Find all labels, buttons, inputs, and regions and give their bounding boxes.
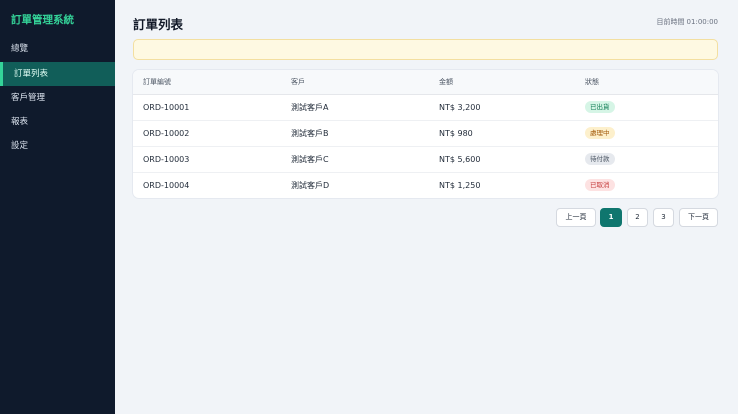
column-header-status: 狀態 — [585, 70, 718, 95]
orders-table-card: 訂單編號 客戶 金額 狀態 ORD-10001 測試客戶A NT$ 3,200 … — [133, 70, 718, 198]
amount-cell: NT$ 5,600 — [439, 146, 585, 173]
table-header-row: 訂單編號 客戶 金額 狀態 — [133, 70, 718, 95]
amount-cell: NT$ 3,200 — [439, 94, 585, 121]
sidebar-item-customers[interactable]: 客戶管理 — [0, 86, 115, 110]
sidebar-item-label: 訂單列表 — [14, 69, 49, 79]
column-header-amount: 金額 — [439, 70, 585, 95]
status-cell: 已出貨 — [585, 94, 718, 121]
sidebar-item-label: 報表 — [11, 117, 29, 127]
customer-cell: 測試客戶A — [291, 94, 439, 121]
customer-cell: 測試客戶D — [291, 180, 330, 190]
table-row[interactable]: ORD-10002 測試客戶B NT$ 980 處理中 — [133, 120, 718, 147]
table-row[interactable]: ORD-10004 測試客戶D NT$ 1,250 已取消 — [133, 172, 718, 198]
customer-cell: 測試客戶C — [291, 146, 439, 173]
column-header-customer: 客戶 — [291, 70, 439, 95]
column-header-order-id: 訂單編號 — [133, 70, 291, 95]
sidebar-item-label: 客戶管理 — [11, 93, 46, 103]
current-time-label: 目前時間 — [656, 18, 685, 26]
page-button-2[interactable]: 2 — [627, 208, 648, 227]
order-id-cell: ORD-10004 — [143, 180, 190, 190]
sidebar-item-overview[interactable]: 總覽 — [0, 37, 115, 61]
table-row[interactable]: ORD-10001 測試客戶A NT$ 3,200 已出貨 — [133, 94, 718, 121]
orders-table: 訂單編號 客戶 金額 狀態 ORD-10001 測試客戶A NT$ 3,200 … — [133, 70, 718, 198]
page-button-3[interactable]: 3 — [653, 208, 674, 227]
prev-page-button[interactable]: 上一頁 — [556, 208, 596, 227]
status-badge: 處理中 — [585, 127, 615, 139]
status-badge: 已出貨 — [585, 101, 615, 113]
table-row[interactable]: ORD-10003 測試客戶C NT$ 5,600 待付款 — [133, 146, 718, 173]
page-button-1[interactable]: 1 — [600, 208, 622, 227]
status-cell: 處理中 — [585, 120, 718, 147]
sidebar-item-label: 總覽 — [11, 44, 29, 54]
customer-cell: 測試客戶B — [291, 120, 439, 147]
status-cell: 待付款 — [585, 146, 718, 173]
sidebar-item-label: 設定 — [11, 141, 29, 151]
status-cell: 已取消 — [585, 172, 718, 198]
page-title: 訂單列表 — [133, 17, 184, 32]
next-page-button[interactable]: 下一頁 — [679, 208, 718, 227]
amount-cell: NT$ 1,250 — [439, 180, 481, 190]
amount-cell: NT$ 980 — [439, 120, 585, 147]
sidebar: 訂單管理系統 總覽 訂單列表 客戶管理 報表 設定 — [0, 0, 115, 414]
notice-banner — [133, 39, 718, 60]
sidebar-item-reports[interactable]: 報表 — [0, 110, 115, 134]
sidebar-item-orders[interactable]: 訂單列表 — [0, 62, 115, 86]
current-time-value: 01:00:00 — [686, 18, 718, 26]
status-badge: 已取消 — [585, 179, 615, 192]
status-badge: 待付款 — [585, 153, 615, 165]
current-time: 目前時間 01:00:00 — [655, 17, 718, 27]
app-title: 訂單管理系統 — [11, 14, 74, 26]
order-id-cell: ORD-10002 — [133, 120, 291, 147]
order-id-cell: ORD-10003 — [133, 146, 291, 173]
sidebar-item-settings[interactable]: 設定 — [0, 134, 115, 158]
order-id-cell: ORD-10001 — [133, 94, 291, 121]
